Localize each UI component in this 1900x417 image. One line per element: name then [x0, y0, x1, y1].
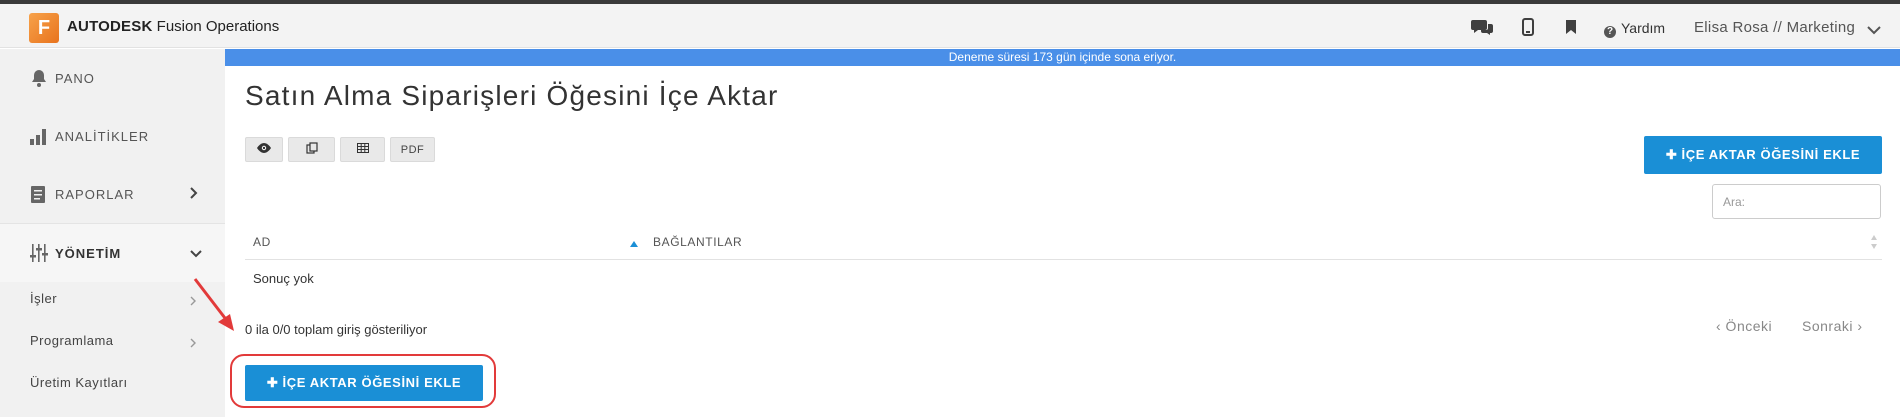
mobile-icon[interactable] [1522, 18, 1542, 36]
table-info: 0 ila 0/0 toplam giriş gösteriliyor [245, 322, 428, 337]
help-label: Yardım [1621, 20, 1666, 36]
pager-next[interactable]: Sonraki › [1802, 318, 1863, 334]
excel-button[interactable] [340, 137, 385, 162]
copy-icon [305, 142, 318, 157]
pager-previous[interactable]: ‹ Önceki [1716, 318, 1772, 334]
trial-banner: Deneme süresi 173 gün içinde sona eriyor… [225, 49, 1900, 66]
table-header-divider [245, 259, 1882, 260]
chat-icon[interactable] [1471, 18, 1493, 36]
view-button[interactable] [245, 137, 283, 162]
bookmark-icon[interactable] [1565, 20, 1585, 38]
chevron-right-icon [190, 186, 198, 202]
sidebar-item-pano[interactable]: PANO [0, 49, 225, 107]
brand-name: AUTODESK Fusion Operations [67, 18, 279, 35]
sidebar-item-raporlar[interactable]: RAPORLAR [0, 165, 225, 223]
sidebar-item-label: YÖNETİM [55, 245, 122, 261]
question-circle-icon: ? [1604, 26, 1616, 38]
sidebar: PANO ANALİTİKLER RAPORLAR YÖNETİM İşler … [0, 49, 225, 417]
add-import-item-button-top[interactable]: ✚ İÇE AKTAR ÖĞESİNİ EKLE [1644, 136, 1882, 174]
eye-icon [256, 143, 272, 156]
copy-button[interactable] [288, 137, 335, 162]
top-header: F AUTODESK Fusion Operations ? Yardım Eli… [0, 4, 1900, 48]
column-header-ad[interactable]: AD [253, 235, 271, 249]
sidebar-subitem-uretim-kayitlari[interactable]: Üretim Kayıtları [30, 375, 128, 390]
chevron-right-icon [190, 335, 196, 353]
fusion-logo-icon[interactable]: F [29, 13, 59, 43]
user-menu[interactable]: Elisa Rosa // Marketing [1694, 19, 1855, 36]
brand-product: Fusion Operations [152, 18, 280, 35]
sidebar-item-analitikler[interactable]: ANALİTİKLER [0, 107, 225, 165]
sliders-icon [29, 243, 49, 263]
pdf-button[interactable]: PDF [390, 137, 435, 162]
sort-asc-icon[interactable] [630, 234, 638, 252]
sort-both-icon[interactable] [1870, 235, 1878, 254]
table-icon [356, 143, 369, 156]
sidebar-item-yonetim[interactable]: YÖNETİM [0, 224, 225, 282]
sidebar-item-label: ANALİTİKLER [55, 128, 150, 144]
bell-icon [29, 68, 49, 88]
bar-chart-icon [29, 126, 49, 146]
annotation-arrow-icon [193, 278, 234, 331]
chevron-down-icon[interactable] [1867, 22, 1881, 40]
page-title: Satın Alma Siparişleri Öğesini İçe Aktar [245, 80, 779, 111]
column-header-baglantilar[interactable]: BAĞLANTILAR [653, 235, 742, 249]
report-icon [29, 184, 49, 204]
help-link[interactable]: ? Yardım [1604, 20, 1665, 38]
sidebar-subitem-programlama[interactable]: Programlama [30, 333, 114, 348]
search-input[interactable] [1712, 184, 1881, 219]
sidebar-item-label: RAPORLAR [55, 186, 135, 202]
sidebar-subitem-isler[interactable]: İşler [30, 291, 57, 306]
add-import-item-button-bottom[interactable]: ✚ İÇE AKTAR ÖĞESİNİ EKLE [245, 365, 483, 401]
brand-autodesk: AUTODESK [67, 18, 153, 35]
chevron-down-icon [190, 246, 202, 261]
table-empty-message: Sonuç yok [253, 271, 314, 286]
sidebar-item-label: PANO [55, 70, 95, 86]
